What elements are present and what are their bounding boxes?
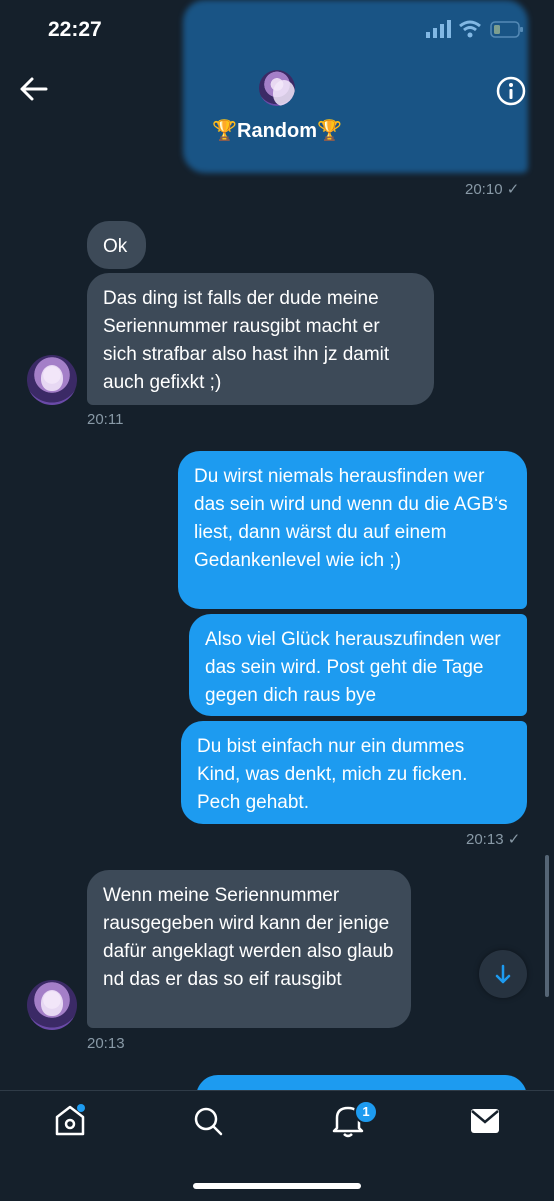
notification-count: 1: [362, 1104, 370, 1119]
mail-icon: [471, 1109, 499, 1133]
messages-tab[interactable]: [470, 1108, 500, 1139]
info-button[interactable]: [496, 76, 526, 111]
info-icon: [496, 76, 526, 106]
status-time: 22:27: [48, 18, 102, 41]
notification-badge: 1: [354, 1100, 378, 1124]
previous-message-bubble: [183, 0, 528, 173]
outgoing-message-bubble[interactable]: Also viel Glück herauszufinden wer das s…: [189, 614, 527, 716]
conversation-title: 🏆Random🏆: [212, 120, 342, 142]
home-icon: [55, 1104, 85, 1136]
back-button[interactable]: [18, 76, 48, 107]
outgoing-message-bubble[interactable]: Du bist einfach nur ein dummes Kind, was…: [181, 721, 527, 824]
incoming-message-bubble[interactable]: Wenn meine Seriennummer rausgegeben wird…: [87, 870, 411, 1028]
search-tab[interactable]: [192, 1105, 224, 1142]
arrow-down-icon: [495, 964, 511, 984]
sender-avatar[interactable]: [27, 355, 77, 405]
search-icon: [194, 1107, 223, 1136]
incoming-message-bubble[interactable]: Das ding ist falls der dude meine Serien…: [87, 273, 434, 405]
message-time: 20:11: [87, 411, 124, 428]
home-indicator: [193, 1183, 361, 1189]
scrollbar[interactable]: [545, 855, 549, 997]
arrow-left-icon: [20, 77, 48, 101]
home-tab[interactable]: [54, 1103, 86, 1142]
incoming-message-bubble[interactable]: Ok: [87, 221, 146, 269]
message-time: 20:13 ✓: [466, 831, 521, 848]
message-time: 20:13: [87, 1035, 125, 1052]
scroll-to-bottom-button[interactable]: [479, 950, 527, 998]
sender-avatar[interactable]: [27, 980, 77, 1030]
message-time: 20:10 ✓: [465, 181, 520, 198]
header-avatar[interactable]: [259, 70, 295, 106]
outgoing-message-bubble[interactable]: Du wirst niemals herausfinden wer das se…: [178, 451, 527, 609]
